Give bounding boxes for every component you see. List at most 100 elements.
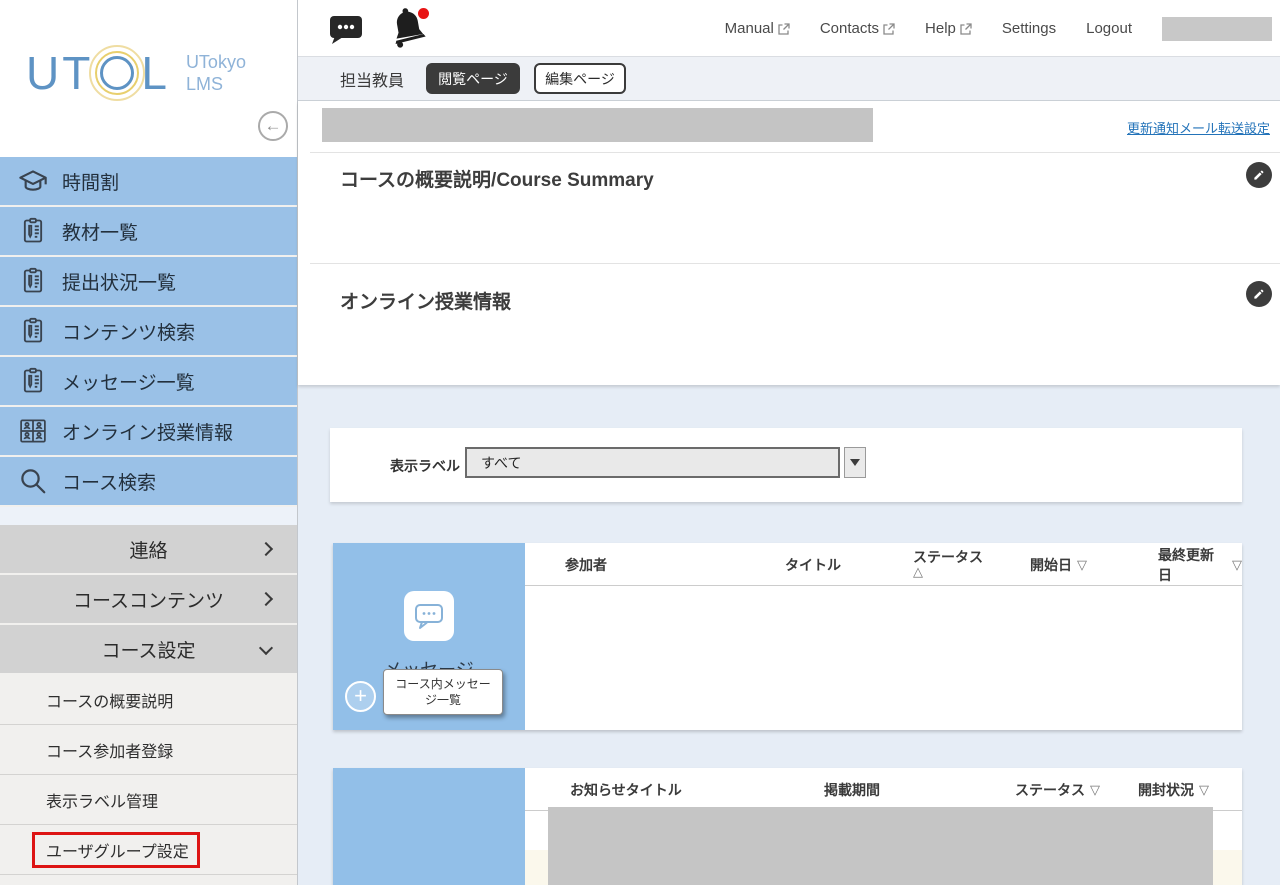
- tab-edit-page[interactable]: 編集ページ: [534, 63, 626, 94]
- pencil-icon: [1252, 168, 1266, 182]
- sort-desc-icon: ▽: [1199, 782, 1209, 798]
- divider: [310, 263, 1280, 264]
- column-posting-period[interactable]: 掲載期間: [824, 768, 880, 811]
- sidebar-item-label: 提出状況一覧: [62, 268, 176, 295]
- sort-desc-icon: ▽: [1077, 557, 1087, 573]
- message-panel-side: メッセージ + コース内メッセージ一覧: [333, 543, 525, 730]
- sidebar-group-contact[interactable]: 連絡: [0, 525, 297, 573]
- column-start-date[interactable]: 開始日 ▽: [1030, 543, 1087, 586]
- add-message-button[interactable]: +: [345, 681, 376, 712]
- sidebar-nav: 時間割 教材一覧 提出状況一覧: [0, 157, 297, 875]
- update-notification-mail-link[interactable]: 更新通知メール転送設定: [1127, 118, 1270, 137]
- search-icon: [16, 466, 50, 496]
- sidebar-item-online-class-info[interactable]: オンライン授業情報: [0, 407, 297, 455]
- sidebar-group-course-contents[interactable]: コースコンテンツ: [0, 575, 297, 623]
- tab-view-page[interactable]: 閲覧ページ: [426, 63, 520, 94]
- logo-subtitle: UTokyo LMS: [186, 51, 246, 96]
- topbar-links: Manual Contacts Help Settings Logout: [725, 0, 1272, 57]
- graduation-cap-icon: [16, 167, 50, 195]
- pencil-icon: [1252, 287, 1266, 301]
- role-label: 担当教員: [340, 67, 404, 91]
- sidebar-subitem-display-label-management[interactable]: 表示ラベル管理: [0, 775, 297, 825]
- column-status[interactable]: ステータス ▽: [1015, 768, 1100, 811]
- page-tabbar: 担当教員 閲覧ページ 編集ページ: [298, 57, 1280, 101]
- arrow-left-icon: ←: [265, 116, 282, 136]
- section-title-online-class: オンライン授業情報: [340, 287, 511, 314]
- sort-desc-icon: ▽: [1232, 557, 1242, 573]
- clipboard-icon: [16, 316, 50, 346]
- message-panel: メッセージ + コース内メッセージ一覧 参加者 タイトル ステータス △ 開始日…: [333, 543, 1242, 730]
- notifications-bell-icon[interactable]: [388, 4, 432, 52]
- chevron-right-icon: [259, 592, 273, 606]
- external-link-icon: [778, 23, 790, 35]
- course-message-list-button[interactable]: コース内メッセージ一覧: [383, 669, 503, 715]
- column-participants[interactable]: 参加者: [565, 543, 607, 586]
- redacted-user-name: [1162, 17, 1272, 41]
- people-grid-icon: [16, 417, 50, 445]
- sidebar-item-message-list[interactable]: メッセージ一覧: [0, 357, 297, 405]
- clipboard-icon: [16, 366, 50, 396]
- clipboard-icon: [16, 266, 50, 296]
- sidebar-item-course-search[interactable]: コース検索: [0, 457, 297, 505]
- edit-online-class-button[interactable]: [1246, 281, 1272, 307]
- caret-down-icon: [850, 459, 860, 466]
- sidebar-collapse-button[interactable]: ←: [258, 111, 288, 141]
- column-last-updated[interactable]: 最終更新日 ▽: [1158, 543, 1242, 586]
- logo-letter-u: U: [26, 46, 62, 100]
- sidebar-group-course-settings[interactable]: コース設定: [0, 625, 297, 673]
- sidebar-item-content-search[interactable]: コンテンツ検索: [0, 307, 297, 355]
- sidebar-item-label: 教材一覧: [62, 218, 138, 245]
- settings-link[interactable]: Settings: [1002, 20, 1056, 37]
- sidebar-subitem-participant-registration[interactable]: コース参加者登録: [0, 725, 297, 775]
- sidebar-subitem-course-summary[interactable]: コースの概要説明: [0, 675, 297, 725]
- contacts-link[interactable]: Contacts: [820, 20, 895, 37]
- sidebar-subitem-user-group-settings[interactable]: ユーザグループ設定: [0, 825, 297, 875]
- sidebar-item-timetable[interactable]: 時間割: [0, 157, 297, 205]
- logo-ring-icon: [95, 51, 139, 95]
- help-link[interactable]: Help: [925, 20, 972, 37]
- clipboard-icon: [16, 216, 50, 246]
- notification-badge: [418, 8, 429, 19]
- sort-desc-icon: ▽: [1090, 782, 1100, 798]
- edit-course-summary-button[interactable]: [1246, 162, 1272, 188]
- sidebar-divider: [0, 507, 297, 525]
- external-link-icon: [883, 23, 895, 35]
- column-announcement-title[interactable]: お知らせタイトル: [570, 768, 682, 811]
- utol-logo: U T L UTokyo LMS: [26, 46, 246, 100]
- topbar: Manual Contacts Help Settings Logout: [298, 0, 1280, 57]
- sidebar-item-label: オンライン授業情報: [62, 418, 233, 445]
- message-bubble-icon: [404, 591, 454, 641]
- select-dropdown-button[interactable]: [844, 447, 866, 478]
- filter-label: 表示ラベル: [390, 456, 460, 476]
- display-label-filter-panel: 表示ラベル すべて: [330, 428, 1242, 502]
- sidebar-item-materials[interactable]: 教材一覧: [0, 207, 297, 255]
- sort-asc-icon: △: [913, 565, 923, 579]
- column-title[interactable]: タイトル: [785, 543, 841, 586]
- messages-icon[interactable]: [328, 13, 364, 45]
- sidebar-item-label: コンテンツ検索: [62, 318, 195, 345]
- chevron-down-icon: [259, 641, 273, 655]
- announcement-panel-side: [333, 768, 525, 885]
- announcement-table-header: お知らせタイトル 掲載期間 ステータス ▽ 開封状況 ▽: [525, 768, 1242, 811]
- column-status[interactable]: ステータス △: [913, 543, 983, 586]
- sidebar-item-label: メッセージ一覧: [62, 368, 195, 395]
- section-title-course-summary: コースの概要説明/Course Summary: [340, 165, 654, 192]
- sidebar-item-label: 時間割: [62, 168, 119, 195]
- logo-letter-l: L: [141, 46, 170, 100]
- logo-area: U T L UTokyo LMS ←: [0, 0, 297, 157]
- column-open-status[interactable]: 開封状況 ▽: [1138, 768, 1209, 811]
- sidebar-item-submissions[interactable]: 提出状況一覧: [0, 257, 297, 305]
- manual-link[interactable]: Manual: [725, 20, 790, 37]
- redacted-announcement-content: [548, 807, 1213, 885]
- sidebar-item-label: コース検索: [62, 468, 156, 495]
- divider: [310, 152, 1280, 153]
- redacted-course-title: [322, 108, 873, 142]
- plus-icon: +: [354, 683, 367, 708]
- logout-link[interactable]: Logout: [1086, 20, 1132, 37]
- announcement-panel: お知らせタイトル 掲載期間 ステータス ▽ 開封状況 ▽: [333, 768, 1242, 885]
- external-link-icon: [960, 23, 972, 35]
- display-label-select[interactable]: すべて: [465, 447, 840, 478]
- message-table-header: 参加者 タイトル ステータス △ 開始日 ▽ 最終更新日 ▽: [525, 543, 1242, 586]
- chevron-right-icon: [259, 542, 273, 556]
- course-overview-panel: 更新通知メール転送設定 コースの概要説明/Course Summary オンライ…: [298, 101, 1280, 385]
